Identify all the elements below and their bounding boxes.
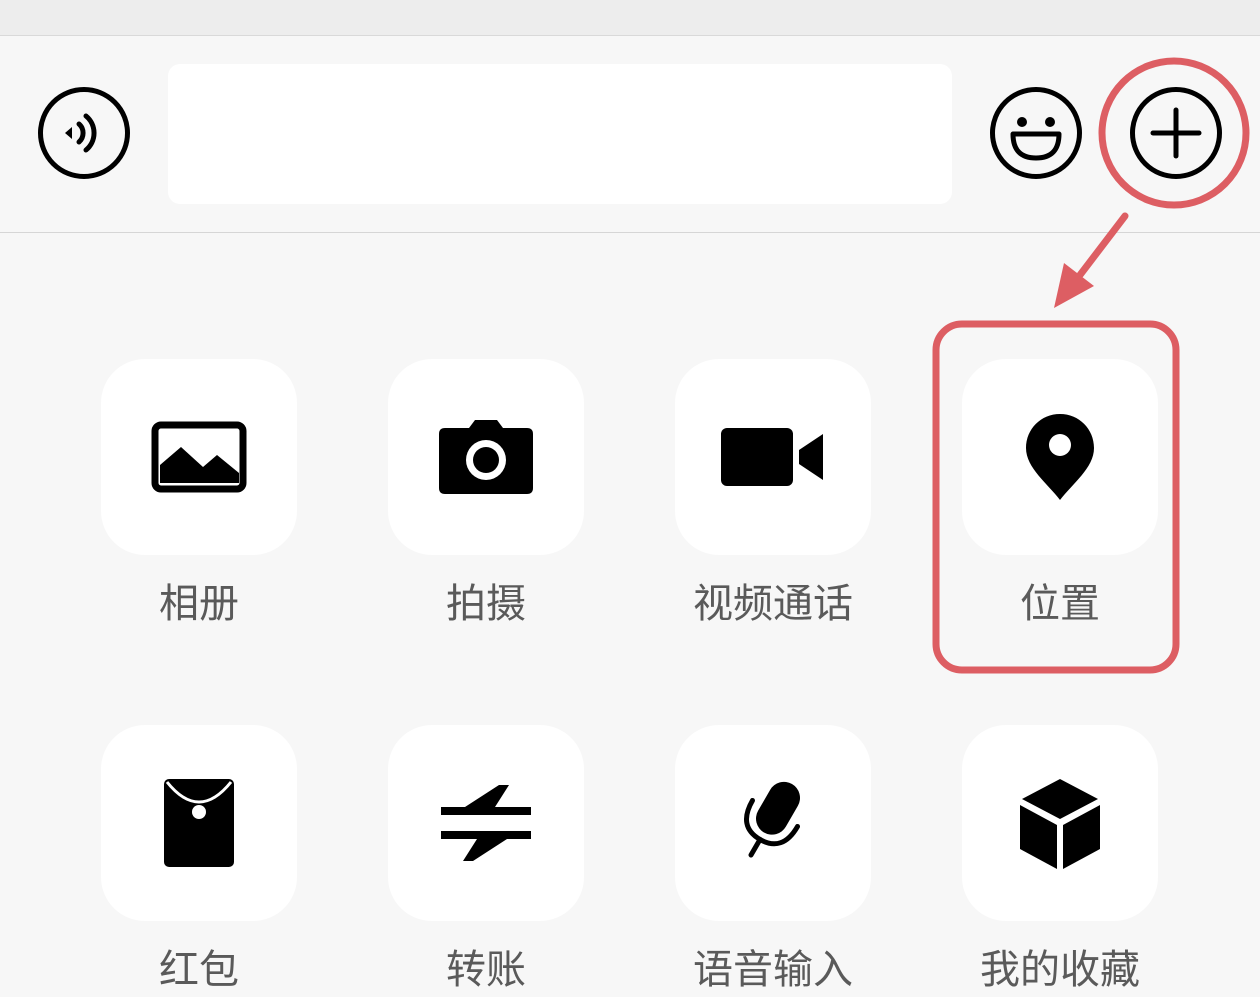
- chat-input-bar: [0, 36, 1260, 233]
- plus-circle-icon: [1130, 87, 1222, 179]
- message-input[interactable]: [168, 64, 952, 204]
- video-call-icon: [721, 428, 823, 486]
- album-label: 相册: [159, 581, 239, 627]
- photo-album-icon: [151, 421, 247, 493]
- tile-box: [675, 725, 871, 921]
- favorites-item[interactable]: 我的收藏: [962, 725, 1158, 997]
- video-call-item[interactable]: 视频通话: [675, 359, 871, 631]
- tile-box: [101, 725, 297, 921]
- voice-input-item[interactable]: 语音输入: [675, 725, 871, 997]
- video-call-label: 视频通话: [693, 581, 853, 627]
- smiley-icon: [990, 87, 1082, 179]
- transfer-icon: [441, 785, 531, 861]
- voice-toggle-button[interactable]: [37, 86, 131, 180]
- emoji-button[interactable]: [989, 86, 1083, 180]
- voice-wave-icon: [38, 87, 130, 179]
- location-pin-icon: [1026, 414, 1094, 500]
- red-packet-icon: [164, 779, 234, 867]
- transfer-item[interactable]: 转账: [388, 725, 584, 997]
- top-strip: [0, 0, 1260, 36]
- red-packet-item[interactable]: 红包: [101, 725, 297, 997]
- location-label: 位置: [1020, 581, 1100, 627]
- favorites-icon: [1020, 779, 1100, 869]
- tile-box: [101, 359, 297, 555]
- red-packet-label: 红包: [159, 947, 239, 993]
- album-item[interactable]: 相册: [101, 359, 297, 631]
- transfer-label: 转账: [446, 947, 526, 993]
- camera-icon: [439, 420, 533, 494]
- camera-item[interactable]: 拍摄: [388, 359, 584, 631]
- voice-input-label: 语音输入: [693, 947, 853, 993]
- camera-label: 拍摄: [446, 581, 526, 627]
- tile-box: [675, 359, 871, 555]
- tile-box: [962, 359, 1158, 555]
- voice-input-icon: [744, 781, 801, 858]
- tile-box: [388, 359, 584, 555]
- favorites-label: 我的收藏: [980, 947, 1140, 993]
- location-item[interactable]: 位置: [962, 359, 1158, 631]
- more-functions-panel: 相册 拍摄 视频通话 位置 红包 转账 语音输入 我的收藏: [0, 233, 1260, 993]
- tile-box: [388, 725, 584, 921]
- tile-box: [962, 725, 1158, 921]
- plus-button[interactable]: [1129, 86, 1223, 180]
